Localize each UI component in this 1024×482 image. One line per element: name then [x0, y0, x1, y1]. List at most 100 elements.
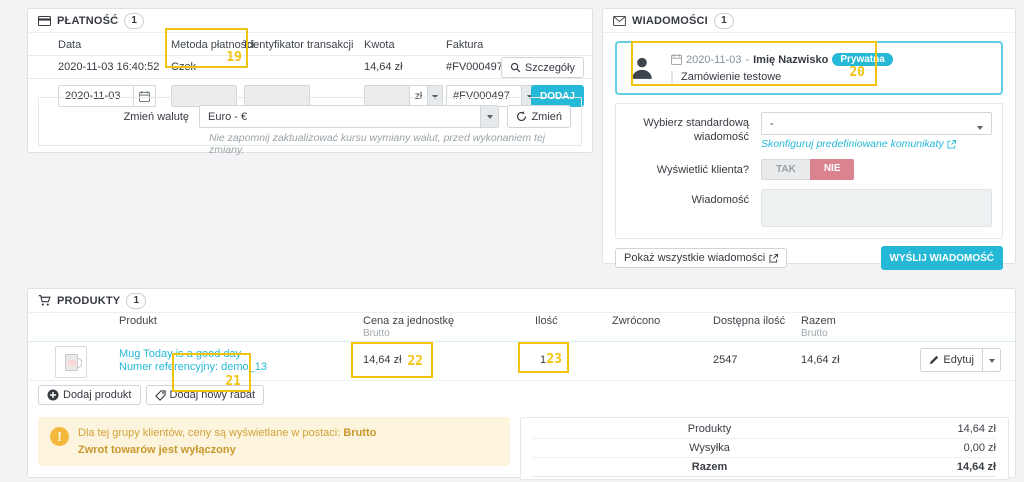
currency-select-value: Euro - €	[208, 111, 247, 123]
configure-messages-label: Skonfiguruj predefiniowane komunikaty	[761, 138, 944, 150]
message-text: Zamówienie testowe	[671, 71, 893, 83]
edit-product-label: Edytuj	[943, 354, 974, 366]
products-col-unit-price: Cena za jednostkę	[363, 315, 454, 327]
totals-row-products: Produkty 14,64 zł	[533, 420, 996, 439]
standard-message-label: Wybierz standardową wiadomość	[626, 112, 761, 150]
products-col-qty: Ilość	[535, 315, 558, 327]
message-textarea[interactable]	[761, 189, 992, 227]
products-panel-header: PRODUKTY 1	[28, 289, 1015, 313]
show-all-messages-label: Pokaż wszystkie wiadomości	[624, 252, 765, 264]
payment-table-row: 2020-11-03 16:40:52 Czek 14,64 zł #FV000…	[28, 55, 592, 79]
warning-line2: Zwrot towarów jest wyłączony	[78, 444, 236, 456]
standard-message-value: -	[770, 118, 774, 130]
totals-row-shipping: Wysyłka 0,00 zł	[533, 439, 996, 458]
warning-line1-bold: Brutto	[343, 427, 376, 439]
messages-panel: WIADOMOŚCI 1 2020-11-03 - Imię Nazwisko …	[602, 8, 1016, 264]
totals-row-total: Razem 14,64 zł	[533, 458, 996, 477]
payment-details-button[interactable]: Szczegóły	[501, 57, 584, 78]
plus-circle-icon	[47, 389, 59, 401]
toggle-yes-button[interactable]: TAK	[761, 159, 810, 180]
currency-select[interactable]: Euro - €	[199, 105, 499, 128]
edit-dropdown-button[interactable]	[983, 348, 1001, 372]
product-name-link[interactable]: Mug Today is a good day	[119, 348, 241, 360]
warning-line1: Dla tej grupy klientów, ceny są wyświetl…	[78, 427, 340, 439]
products-panel-title: PRODUKTY	[57, 295, 120, 307]
payment-col-date: Data	[58, 39, 81, 51]
product-available: 2547	[713, 354, 737, 366]
change-currency-button[interactable]: Zmień	[507, 105, 571, 128]
send-message-button[interactable]: WYŚLIJ WIADOMOŚĆ	[881, 246, 1003, 270]
display-to-customer-label: Wyświetlić klienta?	[626, 159, 761, 180]
toggle-no-button[interactable]: NIE	[810, 159, 855, 180]
payment-panel: PŁATNOŚĆ 1 Data Metoda płatności Identyf…	[27, 8, 593, 153]
add-product-label: Dodaj produkt	[63, 389, 132, 401]
product-reference: Numer referencyjny: demo_13	[119, 361, 267, 373]
chevron-down-icon	[480, 106, 498, 127]
totals-products-label: Produkty	[533, 423, 886, 435]
tag-icon	[155, 390, 166, 401]
chevron-down-icon	[977, 126, 983, 133]
currency-note: Nie zapomnij zaktualizować kursu wymiany…	[209, 132, 571, 156]
payment-row-date: 2020-11-03 16:40:52	[58, 61, 159, 73]
message-textarea-label: Wiadomość	[626, 189, 761, 230]
products-col-product: Produkt	[119, 315, 157, 327]
configure-messages-link[interactable]: Skonfiguruj predefiniowane komunikaty	[761, 138, 956, 150]
payment-row-amount: 14,64 zł	[364, 61, 403, 73]
messages-count-badge: 1	[714, 13, 734, 29]
payment-col-transaction: Identyfikator transakcji	[244, 39, 353, 51]
messages-footer: Pokaż wszystkie wiadomości WYŚLIJ WIADOM…	[615, 246, 1003, 270]
cart-icon	[38, 294, 51, 307]
products-col-total: Razem	[801, 315, 836, 327]
show-all-messages-button[interactable]: Pokaż wszystkie wiadomości	[615, 248, 787, 268]
pencil-icon	[929, 355, 939, 365]
messages-panel-title: WIADOMOŚCI	[632, 15, 708, 27]
add-product-button[interactable]: Dodaj produkt	[38, 385, 141, 405]
display-to-customer-toggle: TAK NIE	[761, 159, 854, 180]
change-currency-box: Zmień walutę Euro - € Zmień Nie zapomnij…	[38, 97, 582, 146]
add-discount-button[interactable]: Dodaj nowy rabat	[146, 385, 265, 405]
search-icon	[510, 62, 521, 73]
calendar-icon	[671, 54, 682, 65]
add-discount-label: Dodaj nowy rabat	[170, 389, 256, 401]
edit-product-button[interactable]: Edytuj	[920, 348, 983, 372]
messages-panel-header: WIADOMOŚCI 1	[603, 9, 1015, 33]
payment-panel-header: PŁATNOŚĆ 1	[28, 9, 592, 33]
payment-row-method: Czek	[171, 61, 196, 73]
product-thumbnail	[55, 346, 87, 378]
product-qty: 1	[518, 354, 568, 366]
private-badge: Prywatna	[832, 53, 892, 66]
message-card: 2020-11-03 - Imię Nazwisko Prywatna Zamó…	[615, 41, 1003, 95]
order-page: PŁATNOŚĆ 1 Data Metoda płatności Identyf…	[0, 0, 1024, 482]
message-date: 2020-11-03	[686, 54, 741, 66]
order-totals: Produkty 14,64 zł Wysyłka 0,00 zł Razem …	[520, 417, 1009, 480]
warning-icon	[50, 427, 69, 446]
product-row: Mug Today is a good day Numer referencyj…	[28, 341, 1015, 381]
refresh-icon	[516, 111, 527, 122]
products-col-unit-price-sub: Brutto	[363, 328, 390, 339]
products-col-returned: Zwrócono	[612, 315, 660, 327]
products-count-badge: 1	[126, 293, 146, 309]
products-actions: Dodaj produkt Dodaj nowy rabat	[38, 385, 264, 405]
payment-col-invoice: Faktura	[446, 39, 483, 51]
totals-products-value: 14,64 zł	[886, 423, 996, 435]
change-currency-button-label: Zmień	[531, 111, 562, 123]
products-panel: PRODUKTY 1 Produkt Cena za jednostkę Bru…	[27, 288, 1016, 478]
totals-total-value: 14,64 zł	[886, 461, 996, 473]
standard-message-select[interactable]: -	[761, 112, 992, 135]
payment-count-badge: 1	[124, 13, 144, 29]
price-display-warning: Dla tej grupy klientów, ceny są wyświetl…	[38, 417, 510, 466]
totals-shipping-value: 0,00 zł	[886, 442, 996, 454]
product-unit-price: 14,64 zł	[363, 354, 402, 366]
payment-col-amount: Kwota	[364, 39, 395, 51]
message-form: Wybierz standardową wiadomość - Skonfigu…	[615, 103, 1003, 239]
external-link-icon	[769, 254, 778, 263]
payment-details-label: Szczegóły	[525, 62, 575, 74]
totals-shipping-label: Wysyłka	[533, 442, 886, 454]
payment-col-method: Metoda płatności	[171, 39, 254, 51]
payment-panel-title: PŁATNOŚĆ	[57, 15, 118, 27]
products-col-available: Dostępna ilość	[713, 315, 785, 327]
change-currency-label: Zmień walutę	[49, 111, 199, 123]
product-total: 14,64 zł	[801, 354, 840, 366]
person-icon	[629, 55, 655, 81]
message-dash: -	[745, 54, 749, 66]
